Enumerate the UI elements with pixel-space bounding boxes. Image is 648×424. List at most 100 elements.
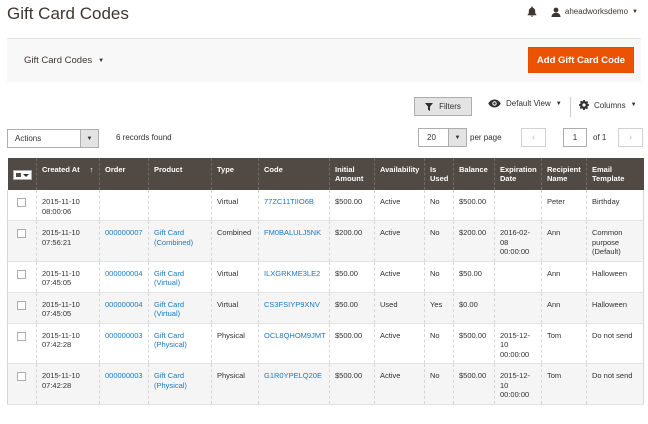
page-title: Gift Card Codes	[7, 4, 129, 23]
row-checkbox[interactable]	[17, 198, 26, 207]
cell-availability: Active	[374, 363, 425, 405]
cell-initial-amount: $500.00	[329, 323, 375, 364]
records-count: 6 records found	[116, 133, 172, 142]
cell-recipient-name: Ann	[541, 292, 587, 324]
add-gift-card-code-button[interactable]: Add Gift Card Code	[528, 47, 634, 73]
column-header-expiration-date[interactable]: Expiration Date	[494, 158, 542, 190]
cell-is-used: No	[424, 220, 454, 262]
order-link[interactable]: 000000004	[105, 269, 143, 278]
cell-type: Physical	[211, 363, 259, 405]
header-actions: aheadworksdemo ▼	[527, 6, 638, 17]
column-header-created-at[interactable]: Created At ↑	[36, 158, 100, 190]
caret-down-icon: ▼	[555, 100, 562, 107]
cell-is-used: No	[424, 323, 454, 364]
table-row[interactable]: 2015-11-10 07:56:21 000000007 Gift Card …	[7, 220, 644, 262]
order-link[interactable]: 000000003	[105, 331, 143, 340]
column-header-email-template[interactable]: Email Template	[586, 158, 644, 190]
user-menu[interactable]: aheadworksdemo ▼	[551, 7, 638, 17]
cell-recipient-name: Tom	[541, 323, 587, 364]
column-header-recipient-name[interactable]: Recipient Name	[541, 158, 587, 190]
table-row[interactable]: 2015-11-10 07:42:28 000000003 Gift Card …	[7, 363, 644, 405]
cell-created-at: 2015-11-10 07:42:28	[36, 363, 100, 405]
view-label: Default View	[506, 99, 551, 108]
cell-type: Physical	[211, 323, 259, 364]
code-link[interactable]: ILXGRKME3LE2	[264, 269, 320, 278]
code-link[interactable]: G1R0YPELQ20E	[264, 371, 322, 380]
table-row[interactable]: 2015-11-10 07:45:05 000000004 Gift Card …	[7, 261, 644, 293]
chevron-right-icon: ›	[628, 132, 633, 143]
next-page-button[interactable]: ›	[618, 128, 643, 147]
cell-email-template: Birthday	[586, 190, 644, 221]
cell-initial-amount: $200.00	[329, 220, 375, 262]
column-header-type[interactable]: Type	[211, 158, 259, 190]
column-header-code[interactable]: Code	[258, 158, 330, 190]
order-link[interactable]: 000000003	[105, 371, 143, 380]
cell-expiration-date: 2015-12-10 00:00:00	[494, 323, 542, 364]
page-number-input[interactable]: 1	[563, 128, 587, 147]
cell-initial-amount: $50.00	[329, 261, 375, 293]
row-checkbox[interactable]	[17, 300, 26, 310]
cell-expiration-date	[494, 292, 542, 324]
mass-select-checkbox[interactable]	[12, 170, 32, 180]
column-header-order[interactable]: Order	[99, 158, 149, 190]
code-link[interactable]: FM0BALULJ5NK	[264, 228, 321, 237]
column-header-is-used[interactable]: Is Used	[424, 158, 454, 190]
caret-down-icon: ▼	[632, 8, 638, 15]
cell-recipient-name: Ann	[541, 261, 587, 293]
view-selector[interactable]: Default View ▼	[488, 99, 562, 108]
gear-icon	[579, 100, 589, 110]
mass-actions-select[interactable]: Actions ▼	[7, 129, 99, 148]
toolbar-divider	[570, 97, 571, 117]
caret-down-icon: ▼	[630, 102, 637, 108]
cell-initial-amount: $500.00	[329, 363, 375, 405]
order-link[interactable]: 000000007	[105, 228, 143, 237]
row-checkbox[interactable]	[17, 229, 26, 238]
table-row[interactable]: 2015-11-10 08:00:06 Virtual 77ZC11TIIO6B…	[7, 190, 644, 221]
cell-email-template: Halloween	[586, 292, 644, 324]
product-link[interactable]: Gift Card (Physical)	[154, 371, 187, 390]
page-count: of 1	[593, 133, 607, 142]
column-header-product[interactable]: Product	[148, 158, 212, 190]
column-header-availability[interactable]: Availability	[374, 158, 425, 190]
code-link[interactable]: 77ZC11TIIO6B	[264, 197, 314, 206]
table-row[interactable]: 2015-11-10 07:45:05 000000004 Gift Card …	[7, 292, 644, 324]
per-page-select[interactable]: 20 ▼	[418, 128, 467, 147]
code-link[interactable]: CS3FSIYP9XNV	[264, 300, 320, 309]
cell-email-template: Do not send	[586, 323, 644, 364]
product-link[interactable]: Gift Card (Physical)	[154, 331, 187, 350]
code-link[interactable]: OCL8QHOM9JMT	[264, 331, 326, 340]
cell-created-at: 2015-11-10 07:45:05	[36, 261, 100, 293]
cell-balance: $500.00	[453, 323, 495, 364]
column-header-balance[interactable]: Balance	[453, 158, 495, 190]
mass-select-header[interactable]	[7, 158, 37, 190]
actions-label: Actions	[15, 134, 42, 143]
caret-down-icon: ▼	[80, 130, 98, 147]
product-link[interactable]: Gift Card (Virtual)	[154, 269, 184, 288]
cell-availability: Active	[374, 323, 425, 364]
row-checkbox[interactable]	[17, 372, 26, 381]
product-link[interactable]: Gift Card (Virtual)	[154, 300, 184, 319]
store-switcher[interactable]: Gift Card Codes ▼	[24, 55, 104, 66]
product-link[interactable]: Gift Card (Combined)	[154, 228, 193, 247]
cell-order	[99, 190, 149, 221]
cell-balance: $500.00	[453, 363, 495, 405]
columns-selector[interactable]: Columns ▼	[579, 100, 637, 110]
cell-type: Combined	[211, 220, 259, 262]
row-checkbox[interactable]	[17, 331, 26, 341]
cell-created-at: 2015-11-10 07:42:28	[36, 323, 100, 364]
per-page-label: per page	[470, 133, 502, 142]
filters-button[interactable]: Filters	[414, 97, 472, 116]
column-header-initial-amount[interactable]: Initial Amount	[329, 158, 375, 190]
order-link[interactable]: 000000004	[105, 300, 143, 309]
previous-page-button[interactable]: ‹	[521, 128, 546, 147]
per-page-value: 20	[427, 133, 436, 142]
cell-created-at: 2015-11-10 08:00:06	[36, 190, 100, 221]
cell-type: Virtual	[211, 261, 259, 293]
cell-created-at: 2015-11-10 07:56:21	[36, 220, 100, 262]
cell-recipient-name: Ann	[541, 220, 587, 262]
table-row[interactable]: 2015-11-10 07:42:28 000000003 Gift Card …	[7, 323, 644, 364]
cell-type: Virtual	[211, 190, 259, 221]
bell-icon[interactable]	[527, 6, 537, 17]
funnel-icon	[425, 102, 434, 111]
row-checkbox[interactable]	[17, 269, 26, 279]
